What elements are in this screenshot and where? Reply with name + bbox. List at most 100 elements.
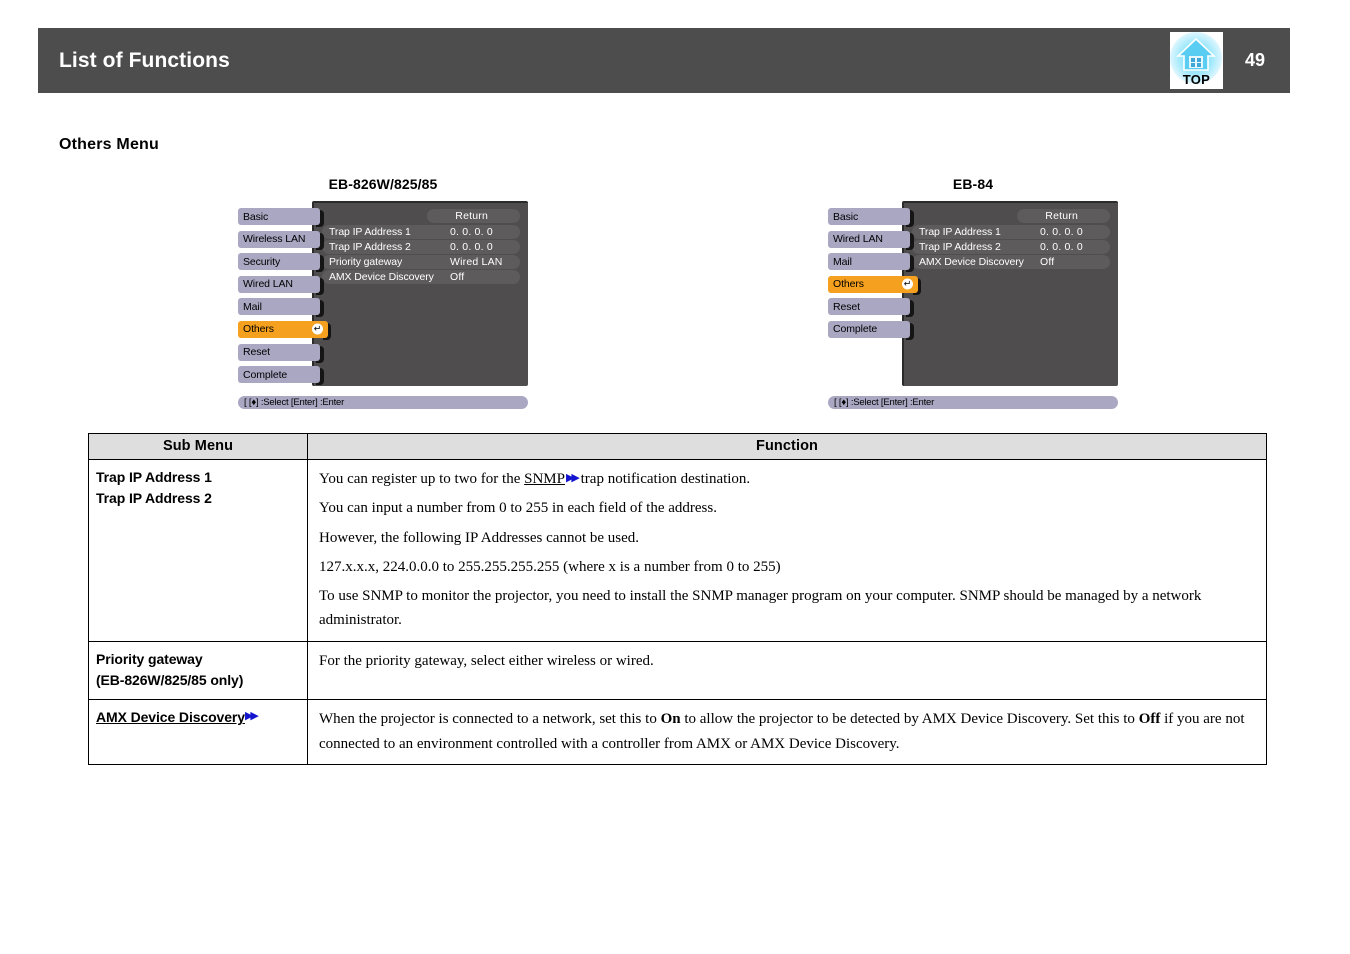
- function-paragraph: However, the following IP Addresses cann…: [319, 529, 640, 546]
- text-before-link: You can register up to two for the: [319, 471, 525, 487]
- osd-menu-item-others[interactable]: Others ↵: [828, 275, 921, 295]
- osd-setting-row[interactable]: AMX Device Discovery Off: [912, 255, 1110, 269]
- osd-setting-row[interactable]: Trap IP Address 1 0. 0. 0. 0: [912, 225, 1110, 239]
- osd-menu-item-security[interactable]: Security: [238, 253, 324, 273]
- osd-setting-value: 0. 0. 0. 0: [1040, 241, 1083, 253]
- osd-menu-item-mail[interactable]: Mail: [828, 253, 914, 273]
- osd-return-row[interactable]: Return: [322, 209, 520, 223]
- osd-item-label: Others: [243, 323, 274, 336]
- page-title: List of Functions: [59, 48, 230, 72]
- function-paragraph: 127.x.x.x, 224.0.0.0 to 255.255.255.255 …: [319, 558, 781, 575]
- osd-content: Return Trap IP Address 1 0. 0. 0. 0 Trap…: [912, 209, 1110, 270]
- osd-menu-item-reset[interactable]: Reset: [828, 298, 914, 318]
- osd-return-label: Return: [427, 209, 520, 223]
- osd-item-label: Wired LAN: [243, 278, 293, 291]
- sub-menu-label: Trap IP Address 2: [96, 490, 212, 507]
- osd-setting-row[interactable]: Trap IP Address 1 0. 0. 0. 0: [322, 225, 520, 239]
- column-header-function: Function: [307, 433, 1267, 460]
- osd-menu-item-basic[interactable]: Basic: [828, 208, 914, 227]
- link-arrow-icon[interactable]: ▶▶: [245, 708, 259, 725]
- osd-menu-item-complete[interactable]: Complete: [238, 366, 324, 386]
- osd-setting-row[interactable]: Trap IP Address 2 0. 0. 0. 0: [912, 240, 1110, 254]
- osd-body: Basic Wireless LAN Security Wired LAN Ma…: [238, 201, 528, 386]
- osd-menu-item-others[interactable]: Others ↵: [238, 320, 331, 340]
- value-off: Off: [1138, 711, 1161, 728]
- osd-sidebar: Basic Wireless LAN Security Wired LAN Ma…: [238, 208, 331, 389]
- osd-item-label: Basic: [243, 210, 269, 223]
- osd-caption: EB-84: [952, 176, 994, 192]
- table-row: Trap IP Address 1 Trap IP Address 2 You …: [88, 459, 1267, 642]
- function-cell: For the priority gateway, select either …: [307, 640, 1267, 701]
- function-paragraph: You can register up to two for the SNMP▶…: [319, 467, 1256, 491]
- sub-menu-cell: AMX Device Discovery▶▶: [88, 699, 308, 765]
- function-paragraph: You can input a number from 0 to 255 in …: [319, 500, 717, 517]
- enter-icon: ↵: [312, 323, 323, 335]
- function-cell: When the projector is connected to a net…: [307, 699, 1267, 765]
- osd-return-label: Return: [1017, 209, 1110, 223]
- osd-setting-label: Trap IP Address 2: [329, 241, 411, 253]
- osd-menu-item-basic[interactable]: Basic: [238, 208, 324, 227]
- osd-item-label: Basic: [833, 210, 859, 223]
- osd-setting-value: 0. 0. 0. 0: [450, 226, 493, 238]
- function-cell: You can register up to two for the SNMP▶…: [307, 459, 1267, 642]
- osd-item-label: Wireless LAN: [243, 233, 306, 246]
- osd-setting-label: Trap IP Address 1: [919, 226, 1001, 238]
- osd-return-row[interactable]: Return: [912, 209, 1110, 223]
- osd-caption: EB-826W/825/85: [328, 176, 438, 192]
- osd-hint-bar: [ [♦] :Select [Enter] :Enter: [828, 396, 1118, 409]
- link-arrow-icon[interactable]: ▶▶: [566, 469, 580, 487]
- osd-menu-item-wireless-lan[interactable]: Wireless LAN: [238, 230, 324, 250]
- amx-device-discovery-link[interactable]: AMX Device Discovery: [96, 709, 245, 725]
- text-after-link: trap notification destination.: [576, 471, 751, 487]
- osd-item-label: Complete: [833, 323, 878, 336]
- osd-menu-item-wired-lan[interactable]: Wired LAN: [828, 230, 914, 250]
- section-heading: Others Menu: [59, 136, 159, 153]
- sub-menu-cell: Priority gateway (EB-826W/825/85 only): [88, 640, 308, 701]
- sub-menu-label: Priority gateway: [96, 650, 203, 667]
- sub-menu-label: AMX Device Discovery▶▶: [96, 707, 301, 728]
- functions-table: Sub Menu Function Trap IP Address 1 Trap…: [88, 433, 1267, 765]
- function-paragraph: To use SNMP to monitor the projector, yo…: [319, 588, 1202, 629]
- table-row: AMX Device Discovery▶▶ When the projecto…: [88, 699, 1267, 765]
- osd-setting-label: AMX Device Discovery: [919, 256, 1024, 268]
- top-icon-label: TOP: [1182, 72, 1211, 87]
- osd-sidebar: Basic Wired LAN Mail Others ↵ Reset Comp…: [828, 208, 921, 344]
- osd-setting-row[interactable]: Trap IP Address 2 0. 0. 0. 0: [322, 240, 520, 254]
- snmp-link[interactable]: SNMP: [524, 471, 565, 487]
- osd-item-label: Wired LAN: [833, 233, 883, 246]
- osd-setting-value: 0. 0. 0. 0: [1040, 226, 1083, 238]
- function-paragraph: When the projector is connected to a net…: [319, 707, 1256, 756]
- osd-setting-row[interactable]: AMX Device Discovery Off: [322, 270, 520, 284]
- table-row: Priority gateway (EB-826W/825/85 only) F…: [88, 640, 1267, 701]
- osd-content: Return Trap IP Address 1 0. 0. 0. 0 Trap…: [322, 209, 520, 285]
- osd-hint-bar: [ [♦] :Select [Enter] :Enter: [238, 396, 528, 409]
- osd-body: Basic Wired LAN Mail Others ↵ Reset Comp…: [828, 201, 1118, 386]
- osd-setting-value: Off: [1040, 256, 1055, 268]
- osd-menu-item-mail[interactable]: Mail: [238, 298, 324, 318]
- osd-figure-eb84: EB-84 Basic Wired LAN Mail Others ↵ Rese…: [828, 176, 1118, 409]
- text-segment: When the projector is connected to a net…: [319, 711, 661, 728]
- top-home-icon[interactable]: TOP: [1169, 32, 1223, 89]
- osd-item-label: Security: [243, 255, 281, 268]
- osd-menu-item-complete[interactable]: Complete: [828, 320, 914, 340]
- page-header: List of Functions TOP 49: [38, 28, 1290, 93]
- osd-item-label: Mail: [243, 300, 262, 313]
- sub-menu-label: (EB-826W/825/85 only): [96, 672, 244, 689]
- osd-setting-value: 0. 0. 0. 0: [450, 241, 493, 253]
- osd-setting-label: Trap IP Address 2: [919, 241, 1001, 253]
- osd-setting-label: AMX Device Discovery: [329, 271, 434, 283]
- osd-setting-label: Trap IP Address 1: [329, 226, 411, 238]
- osd-item-label: Others: [833, 278, 864, 291]
- enter-icon: ↵: [902, 278, 913, 290]
- osd-setting-value: Wired LAN: [450, 256, 503, 268]
- osd-menu-item-wired-lan[interactable]: Wired LAN: [238, 275, 324, 295]
- sub-menu-cell: Trap IP Address 1 Trap IP Address 2: [88, 459, 308, 642]
- osd-setting-row[interactable]: Priority gateway Wired LAN: [322, 255, 520, 269]
- page-number: 49: [1244, 50, 1265, 70]
- table-header-row: Sub Menu Function: [88, 433, 1267, 460]
- text-segment: to allow the projector to be detected by…: [680, 711, 1139, 728]
- osd-menu-item-reset[interactable]: Reset: [238, 343, 324, 363]
- osd-setting-label: Priority gateway: [329, 256, 403, 268]
- column-header-sub-menu: Sub Menu: [88, 433, 308, 460]
- osd-item-label: Reset: [243, 346, 270, 359]
